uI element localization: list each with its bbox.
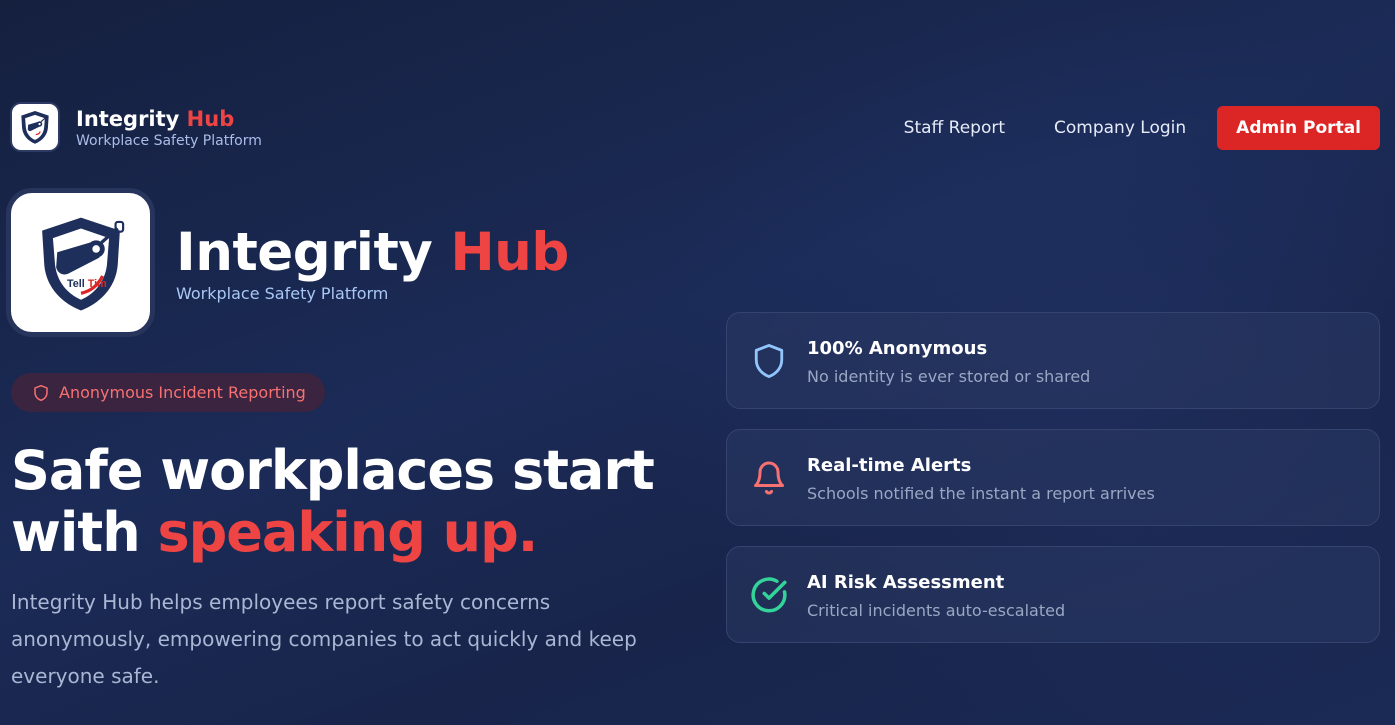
check-circle-icon (749, 575, 789, 615)
nav-links: Staff Report Company Login Admin Portal (904, 106, 1380, 150)
hero-brand: Integrity Hub Workplace Safety Platform (176, 218, 569, 304)
admin-portal-button[interactable]: Admin Portal (1217, 106, 1380, 150)
hero-headline: Safe workplaces start with speaking up. (11, 439, 655, 564)
shield-whistle-logo-icon (21, 111, 49, 144)
top-navigation: Integrity Hub Workplace Safety Platform … (10, 102, 1380, 156)
feature-title: Real-time Alerts (807, 455, 972, 476)
feature-card-ai-risk: AI Risk Assessment Critical incidents au… (726, 546, 1380, 643)
feature-title: AI Risk Assessment (807, 572, 1005, 593)
headline-line-1: Safe workplaces start (11, 439, 655, 502)
feature-subtitle: Schools notified the instant a report ar… (807, 484, 1155, 503)
svg-text:Tell Tim: Tell Tim (66, 277, 106, 289)
staff-report-link[interactable]: Staff Report (904, 106, 1005, 150)
shield-icon (749, 341, 789, 381)
badge-label: Anonymous Incident Reporting (59, 383, 306, 402)
feature-subtitle: Critical incidents auto-escalated (807, 601, 1066, 620)
nav-logo[interactable] (10, 102, 60, 152)
nav-brand[interactable]: Integrity Hub Workplace Safety Platform (76, 106, 262, 150)
hero-logo: Tell Tim (6, 188, 155, 337)
nav-brand-subtitle: Workplace Safety Platform (76, 133, 262, 149)
shield-whistle-logo-icon: Tell Tim (41, 217, 124, 311)
bell-icon (749, 458, 789, 498)
nav-brand-title: Integrity Hub (76, 107, 235, 131)
feature-title: 100% Anonymous (807, 338, 988, 359)
headline-line-2: with speaking up. (11, 501, 538, 564)
feature-card-anonymous: 100% Anonymous No identity is ever store… (726, 312, 1380, 409)
shield-outline-icon (33, 384, 49, 402)
feature-subtitle: No identity is ever stored or shared (807, 367, 1091, 386)
hero-description: Integrity Hub helps employees report saf… (11, 590, 637, 688)
company-login-link[interactable]: Company Login (1054, 106, 1186, 150)
hero-brand-title: Integrity Hub (176, 222, 569, 283)
feature-card-alerts: Real-time Alerts Schools notified the in… (726, 429, 1380, 526)
anonymous-reporting-badge: Anonymous Incident Reporting (11, 373, 325, 412)
